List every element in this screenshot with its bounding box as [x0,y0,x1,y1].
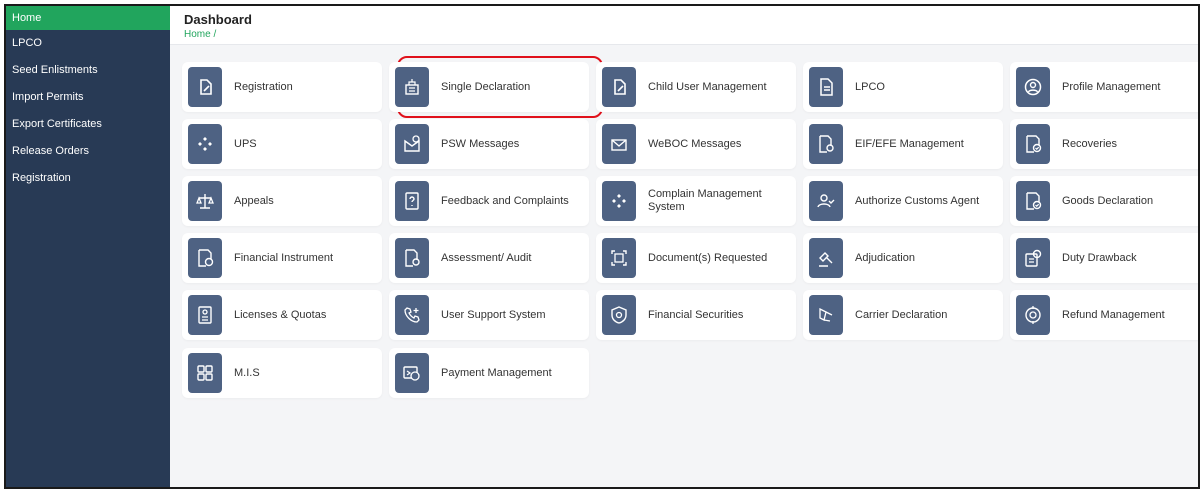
document-search-icon [809,124,843,164]
tile-assessment-audit[interactable]: Assessment/ Audit [389,233,589,283]
tile-profile-management[interactable]: Profile Management [1010,62,1198,112]
tile-label: Profile Management [1062,80,1161,93]
sidebar: Home LPCO Seed Enlistments Import Permit… [6,6,170,487]
document-icon [809,67,843,107]
tile-label: Single Declaration [441,80,531,93]
tile-label: Document(s) Requested [648,251,768,264]
message-icon [395,124,429,164]
tile-label: PSW Messages [441,137,520,150]
tile-label: WeBOC Messages [648,137,742,150]
tile-weboc-messages[interactable]: WeBOC Messages [596,119,796,169]
tile-appeals[interactable]: Appeals [182,176,382,226]
question-icon [395,181,429,221]
tile-registration[interactable]: Registration [182,62,382,112]
tile-label: UPS [234,137,257,150]
edit-icon [602,67,636,107]
main-content: Dashboard Home / Registration Single Decl… [170,6,1198,487]
scale-icon [188,181,222,221]
carrier-icon [809,295,843,335]
tile-label: Child User Management [648,80,767,93]
sidebar-item-release-orders[interactable]: Release Orders [6,138,170,165]
tile-user-support-system[interactable]: User Support System [389,290,589,340]
gavel-icon [809,238,843,278]
grid-icon [188,353,222,393]
sidebar-item-seed-enlistments[interactable]: Seed Enlistments [6,57,170,84]
breadcrumb[interactable]: Home / [184,29,1198,40]
tile-label: Complain Management System [648,188,762,213]
payment-icon [395,353,429,393]
profile-icon [1016,67,1050,107]
tile-label: User Support System [441,308,546,321]
sidebar-item-import-permits[interactable]: Import Permits [6,84,170,111]
tile-label: LPCO [855,80,885,93]
sidebar-item-export-certificates[interactable]: Export Certificates [6,111,170,138]
phone-icon [395,295,429,335]
tile-feedback-and-complaints[interactable]: Feedback and Complaints [389,176,589,226]
tile-label: Licenses & Quotas [234,308,327,321]
tile-goods-declaration[interactable]: Goods Declaration [1010,176,1198,226]
tile-label: Registration [234,80,293,93]
tile-psw-messages[interactable]: PSW Messages [389,119,589,169]
tile-label: Recoveries [1062,137,1118,150]
tile-label: Appeals [234,194,274,207]
tile-label: Duty Drawback [1062,251,1137,264]
tile-label: Adjudication [855,251,915,264]
app-frame: Home LPCO Seed Enlistments Import Permit… [4,4,1200,489]
user-check-icon [809,181,843,221]
envelope-icon [602,124,636,164]
drawback-icon [1016,238,1050,278]
sidebar-item-home[interactable]: Home [6,6,170,30]
tile-payment-management[interactable]: Payment Management [389,348,589,398]
sidebar-item-registration[interactable]: Registration [6,165,170,192]
tile-complain-management-system[interactable]: Complain Management System [596,176,796,226]
tile-authorize-customs-agent[interactable]: Authorize Customs Agent [803,176,1003,226]
building-icon [395,67,429,107]
diamond-icon [188,124,222,164]
tile-financial-instrument[interactable]: Financial Instrument [182,233,382,283]
tile-m-i-s[interactable]: M.I.S [182,348,382,398]
tile-label: M.I.S [234,366,260,379]
tile-label: Assessment/ Audit [441,251,532,264]
tile-label: Financial Instrument [234,251,334,264]
tile-label: Payment Management [441,366,552,379]
tile-label: Authorize Customs Agent [855,194,980,207]
license-icon [188,295,222,335]
tile-label: Goods Declaration [1062,194,1154,207]
tile-eif-efe-management[interactable]: EIF/EFE Management [803,119,1003,169]
tile-licenses-quotas[interactable]: Licenses & Quotas [182,290,382,340]
tile-duty-drawback[interactable]: Duty Drawback [1010,233,1198,283]
refund-icon [1016,295,1050,335]
sidebar-item-lpco[interactable]: LPCO [6,30,170,57]
tile-document-s-requested[interactable]: Document(s) Requested [596,233,796,283]
tile-label: EIF/EFE Management [855,137,964,150]
tile-child-user-management[interactable]: Child User Management [596,62,796,112]
tile-single-declaration[interactable]: Single Declaration [389,62,589,112]
shield-icon [602,295,636,335]
tile-carrier-declaration[interactable]: Carrier Declaration [803,290,1003,340]
tile-recoveries[interactable]: Recoveries [1010,119,1198,169]
tile-adjudication[interactable]: Adjudication [803,233,1003,283]
page-title: Dashboard [184,12,252,27]
tile-ups[interactable]: UPS [182,119,382,169]
document-check-icon [1016,181,1050,221]
document-check-icon [1016,124,1050,164]
tile-financial-securities[interactable]: Financial Securities [596,290,796,340]
document-search-icon [395,238,429,278]
diamond-icon [602,181,636,221]
edit-icon [188,67,222,107]
scan-icon [602,238,636,278]
tile-lpco[interactable]: LPCO [803,62,1003,112]
tile-label: Feedback and Complaints [441,194,569,207]
tile-label: Financial Securities [648,308,744,321]
page-header: Dashboard Home / [170,6,1198,45]
tile-refund-management[interactable]: Refund Management [1010,290,1198,340]
tile-label: Refund Management [1062,308,1165,321]
document-money-icon [188,238,222,278]
tile-label: Carrier Declaration [855,308,948,321]
